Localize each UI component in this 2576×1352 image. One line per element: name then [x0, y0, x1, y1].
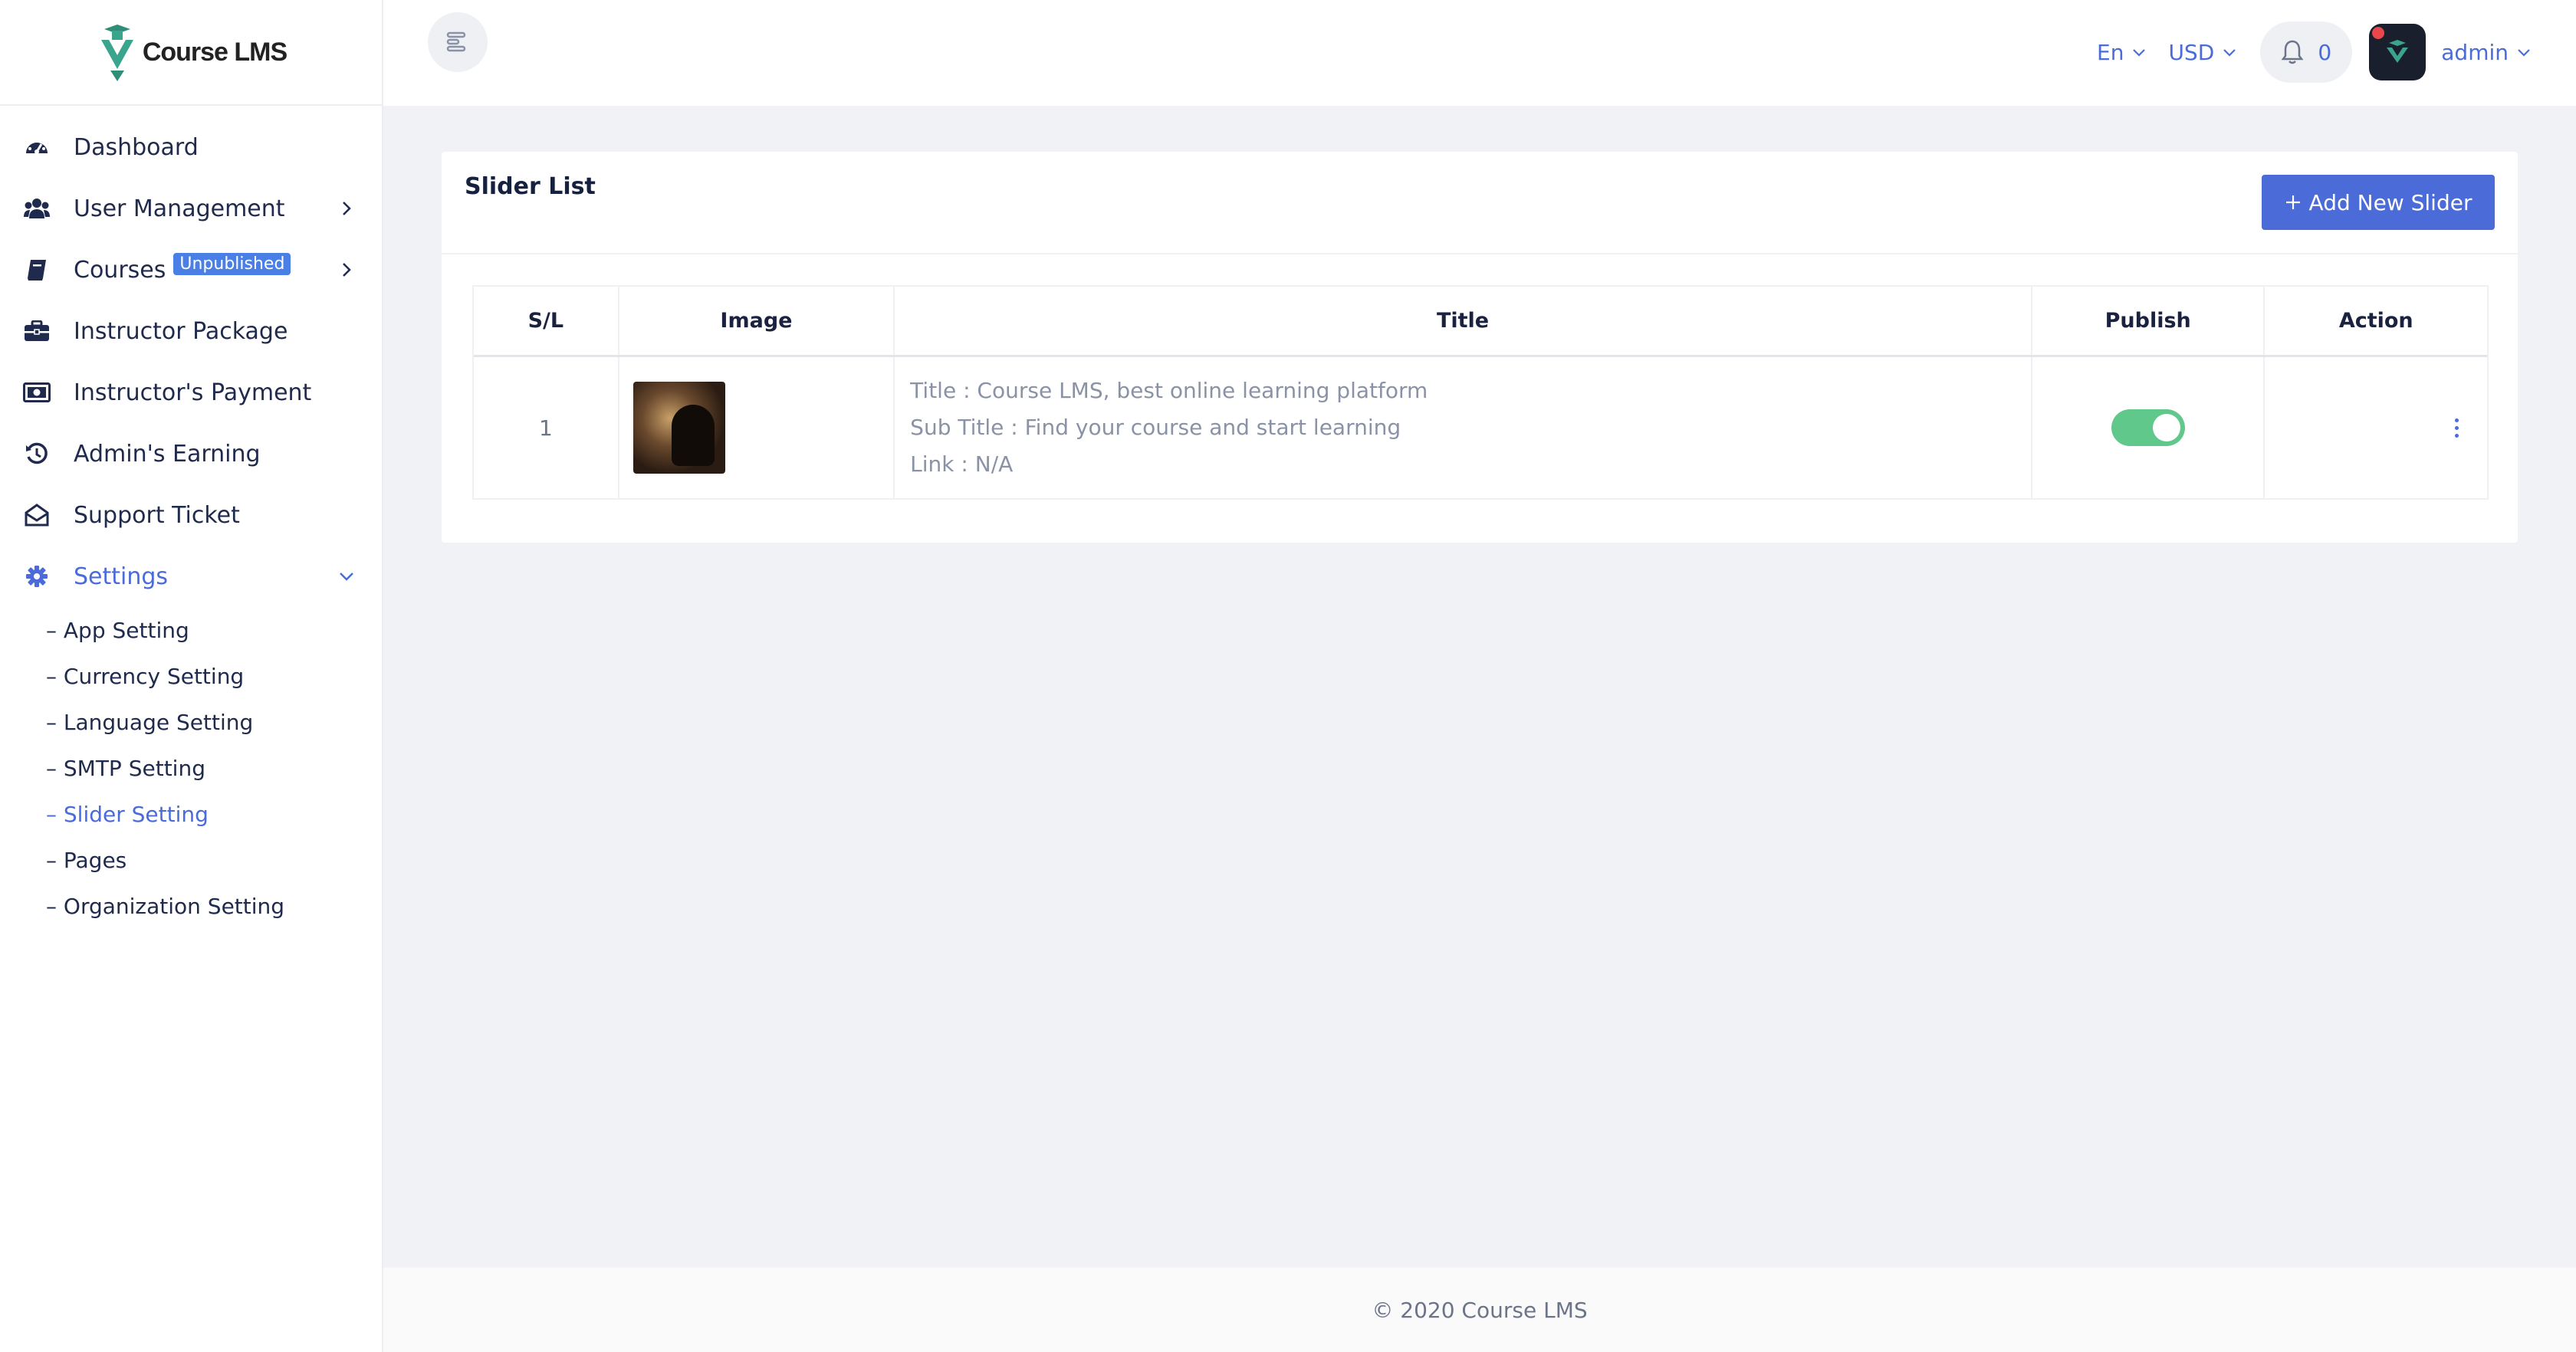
sidebar-toggle-button[interactable] [428, 12, 488, 72]
chevron-down-icon [2518, 49, 2530, 57]
column-header-sl: S/L [474, 287, 619, 355]
notification-button[interactable]: 0 [2260, 21, 2353, 83]
language-dropdown[interactable]: En [2097, 40, 2147, 65]
topbar-actions: En USD 0 admin [2075, 21, 2532, 83]
topbar: En USD 0 admin [383, 0, 2576, 106]
briefcase-icon [23, 317, 51, 345]
page-title: Slider List [465, 173, 596, 200]
sidebar-item-label: Instructor's Payment [74, 379, 312, 406]
sidebar-item-courses[interactable]: Courses Unpublished [0, 239, 382, 300]
sidebar-item-label: Admin's Earning [74, 440, 261, 468]
sidebar-item-instructor-package[interactable]: Instructor Package [0, 300, 382, 362]
add-button-label: Add New Slider [2308, 189, 2472, 215]
table-header-row: S/L Image Title Publish Action [474, 287, 2487, 357]
graduation-shield-icon [100, 25, 133, 81]
slider-thumbnail-image [632, 382, 725, 474]
avatar-logo-icon [2387, 40, 2409, 63]
card-header: Slider List Add New Slider [442, 152, 2518, 254]
slider-list-card: Slider List Add New Slider S/L Image Tit… [442, 152, 2518, 543]
add-new-slider-button[interactable]: Add New Slider [2262, 175, 2495, 230]
sidebar-item-dashboard[interactable]: Dashboard [0, 116, 382, 178]
avatar[interactable] [2369, 24, 2426, 80]
column-header-action: Action [2338, 309, 2413, 333]
copyright-text: © 2020 Course LMS [1372, 1297, 1588, 1323]
users-icon [23, 195, 51, 222]
row-publish-cell [2032, 357, 2266, 498]
footer: © 2020 Course LMS [383, 1268, 2576, 1352]
brand-name: Course LMS [142, 37, 288, 67]
chevron-down-icon [2133, 49, 2146, 57]
submenu-language-setting[interactable]: – Language Setting [46, 699, 382, 745]
brand[interactable]: Course LMS [0, 0, 382, 106]
chevron-right-icon [343, 202, 351, 215]
chevron-right-icon [343, 263, 351, 277]
row-action-cell [2265, 357, 2487, 498]
slider-table: S/L Image Title Publish Action 1 Title :… [472, 285, 2489, 500]
sidebar-item-label: User Management [74, 195, 285, 222]
settings-submenu: – App Setting – Currency Setting – Langu… [0, 607, 382, 929]
submenu-organization-setting[interactable]: – Organization Setting [46, 883, 382, 929]
currency-value: USD [2168, 39, 2215, 65]
sidebar-item-label: Courses [74, 256, 166, 284]
sidebar-nav: Dashboard User Management Courses Unpubl… [0, 106, 382, 929]
sidebar-item-user-management[interactable]: User Management [0, 178, 382, 239]
bell-icon [2281, 40, 2304, 64]
slider-subtitle: Sub Title : Find your course and start l… [910, 415, 1401, 440]
book-icon [23, 256, 51, 284]
sidebar: Course LMS Dashboard User Management Cou… [0, 0, 383, 1352]
publish-toggle[interactable] [2111, 409, 2185, 446]
submenu-currency-setting[interactable]: – Currency Setting [46, 653, 382, 699]
toggle-knob [2152, 414, 2180, 441]
dashboard-gauge-icon [23, 133, 51, 161]
column-header-image: Image [619, 287, 895, 355]
sidebar-item-settings[interactable]: Settings [0, 546, 382, 607]
status-badge: Unpublished [173, 252, 291, 275]
sidebar-item-label: Support Ticket [74, 501, 240, 529]
history-icon [23, 440, 51, 468]
money-bill-icon [23, 379, 51, 406]
submenu-app-setting[interactable]: – App Setting [46, 607, 382, 653]
notification-count: 0 [2318, 39, 2332, 65]
row-image-cell [619, 357, 895, 498]
more-actions-icon[interactable] [2449, 412, 2464, 443]
slider-title: Title : Course LMS, best online learning… [910, 378, 1428, 403]
sidebar-item-admins-earning[interactable]: Admin's Earning [0, 423, 382, 484]
submenu-pages[interactable]: – Pages [46, 837, 382, 883]
user-menu-dropdown[interactable]: admin [2441, 40, 2532, 65]
submenu-slider-setting[interactable]: – Slider Setting [46, 791, 382, 837]
plus-icon [2285, 195, 2300, 209]
chevron-down-icon [2223, 49, 2236, 57]
slider-link: Link : N/A [910, 451, 1014, 477]
gear-icon [23, 563, 51, 590]
sidebar-item-instructors-payment[interactable]: Instructor's Payment [0, 362, 382, 423]
chevron-down-icon [340, 573, 353, 581]
currency-dropdown[interactable]: USD [2168, 40, 2237, 65]
sidebar-item-support-ticket[interactable]: Support Ticket [0, 484, 382, 546]
user-name: admin [2441, 39, 2509, 65]
row-title-cell: Title : Course LMS, best online learning… [895, 357, 2032, 498]
column-header-publish: Publish [2032, 287, 2266, 355]
row-serial: 1 [474, 357, 619, 498]
submenu-smtp-setting[interactable]: – SMTP Setting [46, 745, 382, 791]
brand-logo: Course LMS [95, 23, 288, 81]
menu-icon [446, 31, 466, 52]
envelope-open-icon [23, 501, 51, 529]
table-row: 1 Title : Course LMS, best online learni… [474, 357, 2487, 498]
sidebar-item-label: Dashboard [74, 133, 199, 161]
sidebar-item-label: Settings [74, 563, 169, 590]
sidebar-item-label: Instructor Package [74, 317, 288, 345]
column-header-title: Title [895, 287, 2032, 355]
language-value: En [2097, 39, 2124, 65]
